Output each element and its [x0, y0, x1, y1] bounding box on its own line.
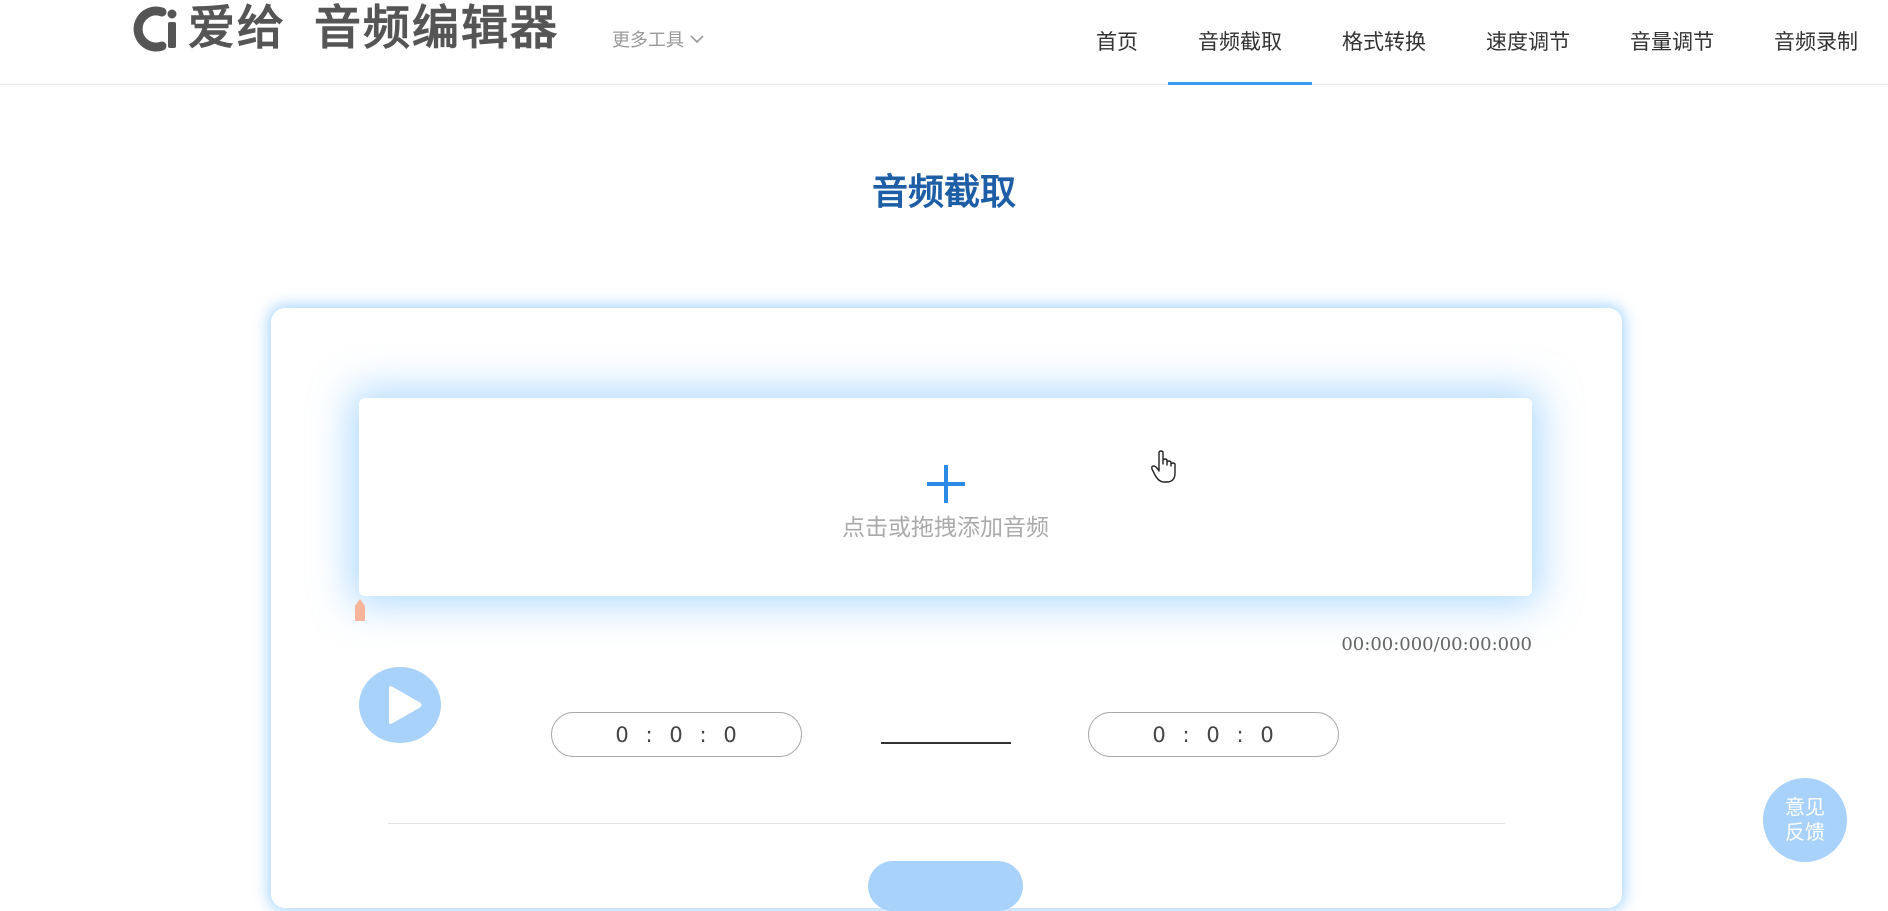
main-nav: 首页 音频截取 格式转换 速度调节 音量调节 音频录制 [1066, 0, 1888, 85]
start-marker-handle[interactable] [354, 598, 366, 622]
more-tools-label: 更多工具 [612, 30, 684, 51]
logo-product: 音频编辑器 [314, 1, 559, 56]
play-button[interactable] [359, 667, 441, 743]
chevron-down-icon [690, 35, 704, 44]
section-divider [388, 823, 1505, 824]
nav-item-speed-adjust[interactable]: 速度调节 [1456, 0, 1600, 85]
top-header: 爱给 音频编辑器 更多工具 首页 音频截取 格式转换 速度调节 音量调节 音频录制 [0, 0, 1888, 85]
nav-item-audio-cut[interactable]: 音频截取 [1168, 0, 1312, 85]
play-icon [389, 686, 422, 724]
time-progress: 00:00:000/00:00:000 [1341, 634, 1532, 655]
more-tools-dropdown[interactable]: 更多工具 [612, 26, 704, 52]
nav-item-audio-record[interactable]: 音频录制 [1744, 0, 1888, 85]
upload-dropzone[interactable]: 点击或拖拽添加音频 [359, 398, 1532, 596]
end-hours[interactable]: 0 [1146, 723, 1174, 747]
feedback-label-line1: 意见 [1785, 795, 1825, 819]
page-title: 音频截取 [871, 172, 1016, 213]
nav-item-label: 首页 [1096, 30, 1138, 54]
feedback-label-line2: 反馈 [1785, 820, 1825, 844]
start-seconds[interactable]: 0 [717, 723, 745, 747]
feedback-button[interactable]: 意见 反馈 [1763, 778, 1847, 862]
time-separator: : [645, 722, 654, 747]
hand-cursor-icon [1151, 450, 1176, 483]
start-minutes[interactable]: 0 [663, 723, 691, 747]
nav-item-label: 音频截取 [1198, 30, 1282, 54]
plus-icon [926, 465, 965, 503]
end-seconds[interactable]: 0 [1254, 723, 1282, 747]
nav-item-label: 速度调节 [1486, 30, 1570, 54]
nav-item-label: 格式转换 [1342, 30, 1426, 54]
audio-cut-card: 点击或拖拽添加音频 00:00:000/00:00:000 0 : 0 : 0 … [271, 308, 1622, 911]
time-separator: : [699, 722, 708, 747]
range-separator-line [881, 742, 1011, 744]
logo-icon [128, 2, 188, 56]
action-button[interactable] [868, 861, 1023, 911]
time-separator: : [1182, 722, 1191, 747]
upload-hint: 点击或拖拽添加音频 [842, 515, 1049, 541]
nav-item-format-convert[interactable]: 格式转换 [1312, 0, 1456, 85]
end-minutes[interactable]: 0 [1200, 723, 1228, 747]
nav-item-home[interactable]: 首页 [1066, 0, 1168, 85]
nav-item-volume-adjust[interactable]: 音量调节 [1600, 0, 1744, 85]
end-time-input[interactable]: 0 : 0 : 0 [1088, 712, 1339, 757]
start-time-input[interactable]: 0 : 0 : 0 [551, 712, 802, 757]
time-separator: : [1236, 722, 1245, 747]
logo-brand: 爱给 [188, 1, 286, 56]
nav-item-label: 音量调节 [1630, 30, 1714, 54]
logo-text: 爱给 音频编辑器 [188, 2, 559, 56]
nav-item-label: 音频录制 [1774, 30, 1858, 54]
start-hours[interactable]: 0 [609, 723, 637, 747]
site-logo[interactable]: 爱给 音频编辑器 [128, 2, 559, 56]
